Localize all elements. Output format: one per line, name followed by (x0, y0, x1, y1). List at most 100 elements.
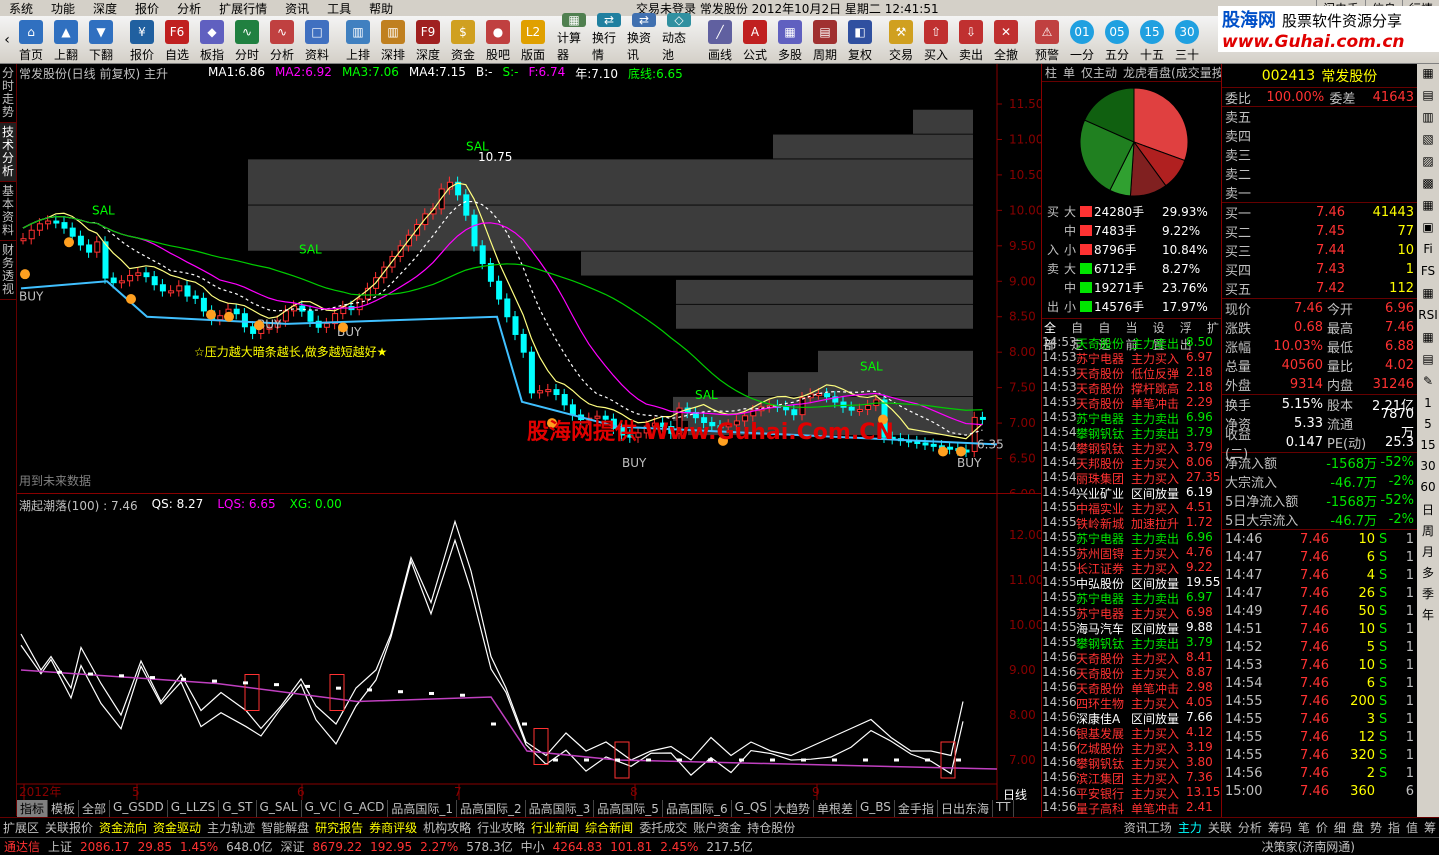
toolbar-button-22[interactable]: ▤ 周期 (808, 17, 842, 63)
left-tab-1[interactable]: 技术分析 (0, 123, 16, 182)
toolbar-button-5[interactable]: ◆ 板指 (195, 17, 229, 63)
toolbar-button-12[interactable]: $ 资金 (446, 17, 480, 63)
period-button-7[interactable]: 月 (1418, 543, 1438, 561)
indicator-tab-15[interactable]: 大趋势 (771, 800, 814, 817)
toolbar-button-16[interactable]: ⇄ 换行情 (592, 13, 626, 63)
bottom-tab-19[interactable]: 筹码 (1265, 819, 1295, 836)
indicator-tab-19[interactable]: 日出东海 (938, 800, 993, 817)
bottom-tab-8[interactable]: 机构攻略 (420, 819, 474, 836)
menu-item-3[interactable]: 报价 (126, 0, 168, 17)
bottom-tab-27[interactable]: 筹 (1421, 819, 1439, 836)
alert-row[interactable]: 14:53 天奇股份 单笔冲击 2.29 (1042, 395, 1221, 410)
mid-tab-3[interactable]: 龙虎看盘(成交量按 (1120, 64, 1221, 81)
monitor-tab-0[interactable]: 全部 (1042, 319, 1069, 352)
bottom-tab-14[interactable]: 持仓股份 (744, 819, 798, 836)
bottom-tab-26[interactable]: 值 (1403, 819, 1421, 836)
toolbar-button-21[interactable]: ▦ 多股 (773, 17, 807, 63)
indicator-tab-10[interactable]: 品高国际_2 (457, 800, 526, 817)
toolbar-button-26[interactable]: ⇩ 卖出 (954, 17, 988, 63)
alert-row[interactable]: 14:55 苏州固锝 主力买入 4.76 (1042, 545, 1221, 560)
alert-row[interactable]: 14:54 丽珠集团 主力买入 27.35 (1042, 470, 1221, 485)
bottom-tab-15[interactable]: 资讯工场 (1121, 819, 1175, 836)
toolbar-button-8[interactable]: □ 资料 (300, 17, 334, 63)
indicator-tab-20[interactable]: TT (993, 800, 1015, 817)
bottom-tab-5[interactable]: 智能解盘 (258, 819, 312, 836)
toolbar-button-0[interactable]: ⌂ 首页 (14, 17, 48, 63)
sidebar-icon[interactable]: RSI (1418, 308, 1438, 328)
toolbar-button-29[interactable]: 01 一分 (1065, 17, 1099, 63)
sidebar-icon[interactable]: ▥ (1418, 110, 1438, 130)
sidebar-icon[interactable]: ▤ (1418, 88, 1438, 108)
period-button-1[interactable]: 5 (1418, 417, 1438, 435)
indicator-tab-18[interactable]: 金手指 (895, 800, 938, 817)
alert-row[interactable]: 14:55 中弘股份 区间放量 19.55 (1042, 575, 1221, 590)
status-item-0[interactable]: 通达信 (0, 838, 44, 855)
period-button-2[interactable]: 15 (1418, 438, 1438, 456)
indicator-tab-14[interactable]: G_QS (732, 800, 771, 817)
bottom-tab-7[interactable]: 券商评级 (366, 819, 420, 836)
sidebar-icon[interactable]: ▦ (1418, 286, 1438, 306)
toolbar-button-18[interactable]: ◇ 动态池 (662, 13, 696, 63)
menu-item-2[interactable]: 深度 (84, 0, 126, 17)
period-button-0[interactable]: 1 (1418, 396, 1438, 414)
monitor-tab-1[interactable]: 自定 (1069, 319, 1096, 352)
indicator-tab-2[interactable]: 全部 (79, 800, 111, 817)
monitor-tab-3[interactable]: 当前 (1123, 319, 1150, 352)
alert-row[interactable]: 14:56 深康佳A 区间放量 7.66 (1042, 710, 1221, 725)
indicator-tab-8[interactable]: G_ACD (340, 800, 389, 817)
bottom-tab-18[interactable]: 分析 (1235, 819, 1265, 836)
toolbar-button-2[interactable]: ▼ 下翻 (84, 17, 118, 63)
alert-row[interactable]: 14:54 攀钢钒钛 主力买入 3.79 (1042, 440, 1221, 455)
monitor-tab-6[interactable]: 扩 (1205, 319, 1221, 335)
toolbar-button-24[interactable]: ⚒ 交易 (884, 17, 918, 63)
indicator-chart[interactable]: 潮起潮落(100) : 7.46 QS: 8.27 LQS: 6.65 XG: … (17, 494, 1041, 802)
alert-row[interactable]: 14:56 天奇股份 主力买入 8.87 (1042, 665, 1221, 680)
back-arrow-icon[interactable]: ‹ (0, 17, 14, 63)
period-button-3[interactable]: 30 (1418, 459, 1438, 477)
alert-row[interactable]: 14:55 铁岭新城 加速拉升 1.72 (1042, 515, 1221, 530)
sidebar-icon[interactable]: ▤ (1418, 352, 1438, 372)
bottom-tab-17[interactable]: 关联 (1205, 819, 1235, 836)
alert-row[interactable]: 14:55 中福实业 主力买入 4.51 (1042, 500, 1221, 515)
alert-row[interactable]: 14:56 天奇股份 主力买入 8.41 (1042, 650, 1221, 665)
indicator-tab-12[interactable]: 品高国际_5 (594, 800, 663, 817)
bottom-tab-21[interactable]: 价 (1313, 819, 1331, 836)
menu-item-7[interactable]: 工具 (318, 0, 360, 17)
toolbar-button-7[interactable]: ∿ 分析 (265, 17, 299, 63)
period-button-10[interactable]: 年 (1418, 606, 1438, 624)
period-button-4[interactable]: 60 (1418, 480, 1438, 498)
alert-row[interactable]: 14:55 长江证券 主力买入 9.22 (1042, 560, 1221, 575)
bottom-tab-23[interactable]: 盘 (1349, 819, 1367, 836)
toolbar-button-9[interactable]: ▥ 上排 (341, 17, 375, 63)
toolbar-button-14[interactable]: L2 版面 (516, 17, 550, 63)
alert-row[interactable]: 14:56 攀钢钒钛 主力买入 3.80 (1042, 755, 1221, 770)
sidebar-icon[interactable]: FS (1418, 264, 1438, 284)
alert-row[interactable]: 14:53 苏宁电器 主力买入 6.97 (1042, 350, 1221, 365)
bottom-tab-2[interactable]: 资金流向 (96, 819, 150, 836)
alert-row[interactable]: 14:53 天奇股份 撑杆跳高 2.18 (1042, 380, 1221, 395)
menu-item-5[interactable]: 扩展行情 (210, 0, 276, 17)
toolbar-button-1[interactable]: ▲ 上翻 (49, 17, 83, 63)
alert-row[interactable]: 14:56 银基发展 主力买入 4.12 (1042, 725, 1221, 740)
monitor-tab-4[interactable]: 设置 (1151, 319, 1178, 352)
bottom-tab-3[interactable]: 资金驱动 (150, 819, 204, 836)
toolbar-button-3[interactable]: ¥ 报价 (125, 17, 159, 63)
period-button-5[interactable]: 日 (1418, 501, 1438, 519)
toolbar-button-31[interactable]: 15 十五 (1135, 17, 1169, 63)
bottom-tab-22[interactable]: 细 (1331, 819, 1349, 836)
mid-tab-0[interactable]: 柱 (1042, 64, 1060, 81)
period-button-6[interactable]: 周 (1418, 522, 1438, 540)
bottom-tab-20[interactable]: 笔 (1295, 819, 1313, 836)
alert-row[interactable]: 14:56 四环生物 主力买入 4.05 (1042, 695, 1221, 710)
bottom-tab-0[interactable]: 扩展区 (0, 819, 42, 836)
toolbar-button-28[interactable]: ⚠ 预警 (1030, 17, 1064, 63)
sidebar-icon[interactable]: ▨ (1418, 154, 1438, 174)
alert-row[interactable]: 14:56 滨江集团 主力买入 7.36 (1042, 770, 1221, 785)
bottom-tab-11[interactable]: 综合新闻 (582, 819, 636, 836)
mid-tab-1[interactable]: 单 (1060, 64, 1078, 81)
bottom-tab-16[interactable]: 主力 (1175, 819, 1205, 836)
indicator-tab-3[interactable]: G_GSDD (110, 800, 168, 817)
alert-row[interactable]: 14:56 量子高科 单笔冲击 2.41 (1042, 800, 1221, 815)
indicator-tab-11[interactable]: 品高国际_3 (526, 800, 595, 817)
menu-item-6[interactable]: 资讯 (276, 0, 318, 17)
